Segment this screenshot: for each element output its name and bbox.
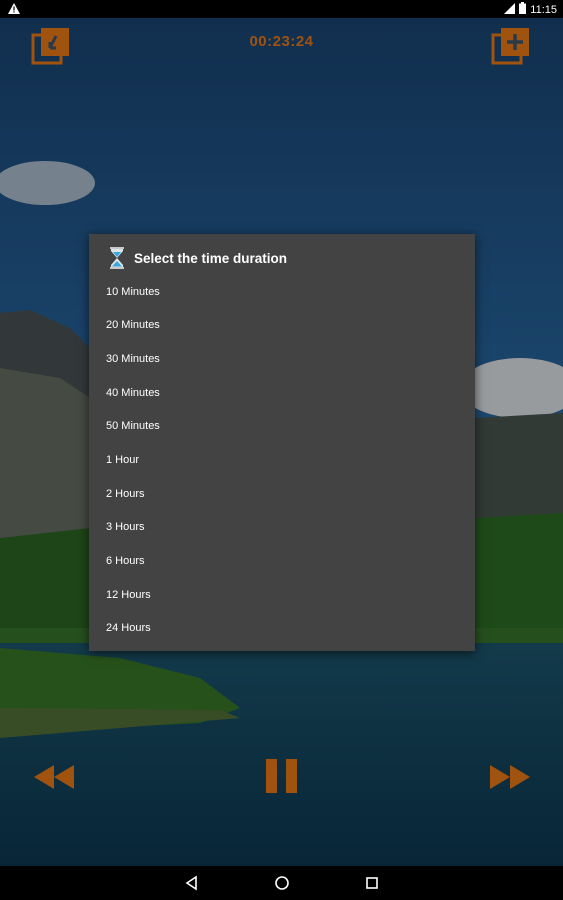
hourglass-icon [109,247,125,269]
option-6-hours[interactable]: 6 Hours [89,544,475,577]
clock: 11:15 [530,3,557,16]
pause-button[interactable] [264,757,300,797]
option-40-minutes[interactable]: 40 Minutes [89,376,475,409]
option-3-hours[interactable]: 3 Hours [89,510,475,543]
signal-icon [504,2,516,17]
rewind-icon [34,765,74,789]
option-1-hour[interactable]: 1 Hour [89,443,475,476]
pause-icon [266,759,297,793]
back-button[interactable] [184,875,200,891]
collection-add-icon [491,28,529,65]
option-2-hours[interactable]: 2 Hours [89,477,475,510]
status-bar: 11:15 [0,0,563,18]
home-button[interactable] [274,875,290,891]
fast-forward-button[interactable] [489,757,531,797]
option-10-minutes[interactable]: 10 Minutes [89,275,475,308]
dialog-title: Select the time duration [89,247,475,269]
option-30-minutes[interactable]: 30 Minutes [89,342,475,375]
recents-icon [366,877,378,889]
time-duration-dialog: Select the time duration 10 Minutes 20 M… [89,234,475,651]
option-12-hours[interactable]: 12 Hours [89,578,475,611]
rewind-button[interactable] [33,757,75,797]
option-50-minutes[interactable]: 50 Minutes [89,409,475,442]
dialog-title-text: Select the time duration [134,250,288,266]
elapsed-timer: 00:23:24 [249,33,314,50]
warning-icon [8,3,20,17]
home-icon [275,876,289,890]
back-icon [185,875,197,891]
recents-button[interactable] [364,875,380,891]
collection-add-button[interactable] [491,26,533,66]
option-24-hours[interactable]: 24 Hours [89,611,475,644]
option-20-minutes[interactable]: 20 Minutes [89,308,475,341]
battery-icon [519,2,527,17]
fast-forward-icon [490,765,530,789]
navigation-bar [0,866,563,900]
